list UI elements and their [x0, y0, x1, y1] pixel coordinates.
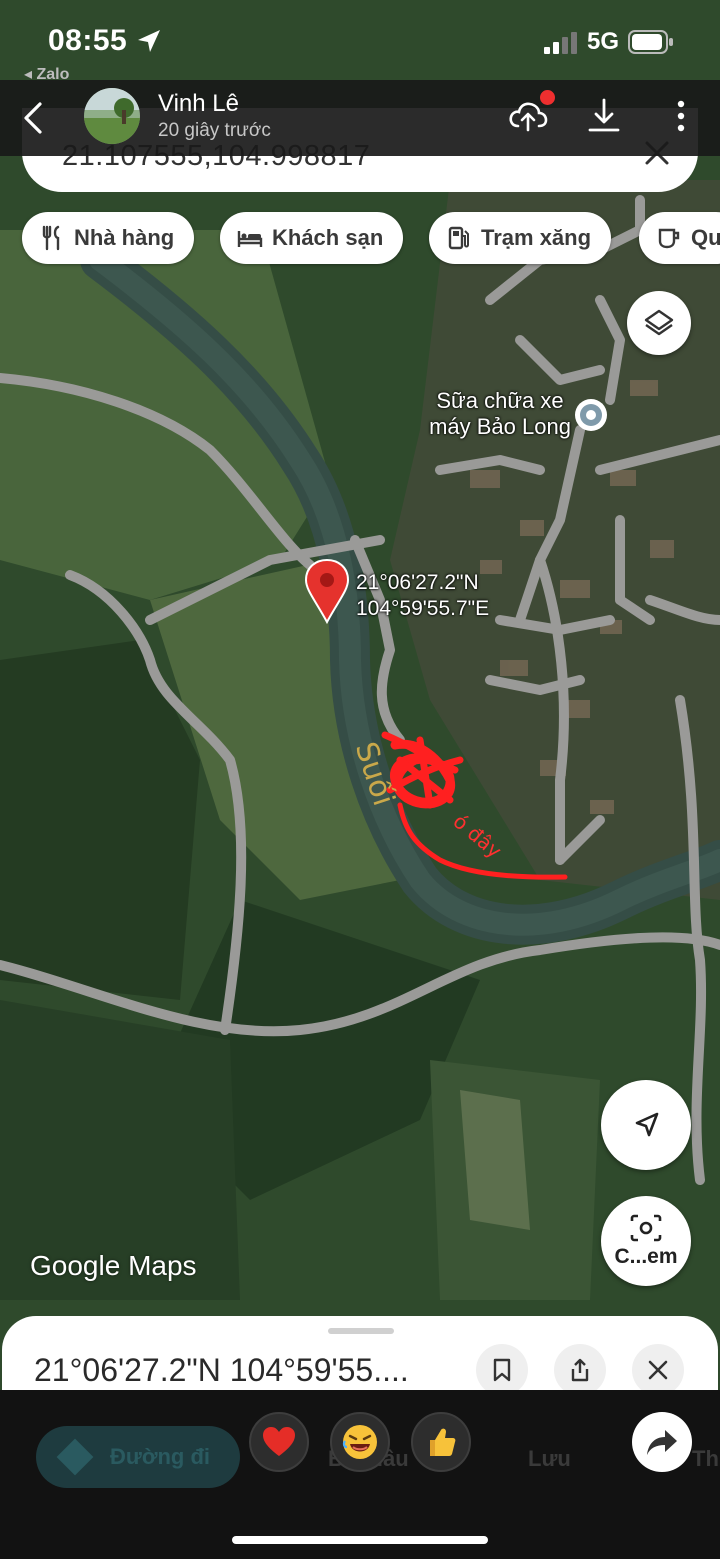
bookmark-icon	[493, 1358, 511, 1382]
hotel-icon	[237, 231, 263, 247]
coffee-icon	[658, 228, 680, 249]
network-type: 5G	[587, 28, 620, 55]
status-time: 08:55	[48, 24, 128, 57]
forward-button[interactable]	[632, 1412, 692, 1472]
layers-icon	[644, 309, 674, 336]
laugh-reaction-button[interactable]	[330, 1412, 390, 1472]
more-vertical-icon[interactable]	[664, 94, 698, 138]
chip-restaurants[interactable]: Nhà hàng	[22, 212, 195, 264]
chat-media-header: Vinh Lê 20 giây trước	[0, 80, 720, 156]
poi-marker-icon[interactable]	[574, 398, 608, 432]
notification-dot	[540, 90, 555, 105]
place-bottom-sheet[interactable]: 21°06'27.2"N 104°59'55....	[2, 1316, 718, 1390]
place-title: 21°06'27.2"N 104°59'55....	[34, 1352, 409, 1388]
sheet-drag-handle[interactable]	[328, 1328, 394, 1334]
restaurant-icon	[42, 225, 60, 251]
gas-station-icon	[448, 226, 469, 250]
sender-name: Vinh Lê	[158, 90, 239, 117]
sent-time: 20 giây trước	[158, 120, 271, 141]
forward-arrow-icon	[647, 1430, 677, 1455]
share-place-button[interactable]	[554, 1344, 606, 1390]
save-place-button[interactable]	[476, 1344, 528, 1390]
location-arrow-icon	[138, 30, 160, 52]
reaction-bar: Đường đi Bắt đầu Lưu Th	[0, 1390, 720, 1559]
chip-hotels[interactable]: Khách sạn	[220, 212, 404, 264]
lens-button[interactable]: C...em	[601, 1196, 691, 1286]
home-indicator[interactable]	[232, 1536, 488, 1544]
heart-reaction-button[interactable]	[249, 1412, 309, 1472]
category-chips: Nhà hàng Khách sạn Trạm xăng Qu	[22, 212, 720, 264]
my-location-button[interactable]	[601, 1080, 691, 1170]
close-sheet-button[interactable]	[632, 1344, 684, 1390]
google-maps-logo: Google Maps	[30, 1250, 197, 1281]
chip-gas-stations[interactable]: Trạm xăng	[429, 212, 612, 264]
ghost-directions-button: Đường đi	[36, 1426, 240, 1488]
signal-icon	[544, 32, 577, 54]
satellite-map: Suối ó đây	[0, 0, 720, 1390]
ghost-save-label: Lưu	[528, 1446, 571, 1471]
poi-label[interactable]: Sữa chữa xe máy Bảo Long	[410, 388, 590, 440]
ghost-more-label: Th	[692, 1446, 719, 1471]
camera-lens-icon	[630, 1214, 662, 1242]
battery-icon	[628, 30, 673, 54]
thumbs-up-reaction-button[interactable]	[411, 1412, 471, 1472]
laugh-emoji-icon	[342, 1425, 377, 1459]
download-icon[interactable]	[582, 94, 626, 138]
pin-coordinates-label: 21°06'27.2"N 104°59'55.7"E	[356, 571, 490, 620]
map-view[interactable]: Suối ó đây Sữa chữa xe máy Bảo Long 21°0…	[0, 0, 720, 1390]
close-icon	[648, 1360, 668, 1380]
chip-cafes[interactable]: Qu	[639, 212, 720, 264]
share-icon	[571, 1358, 589, 1382]
avatar[interactable]	[84, 88, 140, 144]
back-icon[interactable]	[18, 98, 48, 138]
heart-icon	[263, 1427, 295, 1456]
thumbs-up-icon	[430, 1428, 456, 1456]
navigation-arrow-icon	[635, 1112, 659, 1137]
status-bar: 08:55 5G ◂ Zalo	[0, 0, 720, 83]
layers-button[interactable]	[627, 291, 691, 355]
